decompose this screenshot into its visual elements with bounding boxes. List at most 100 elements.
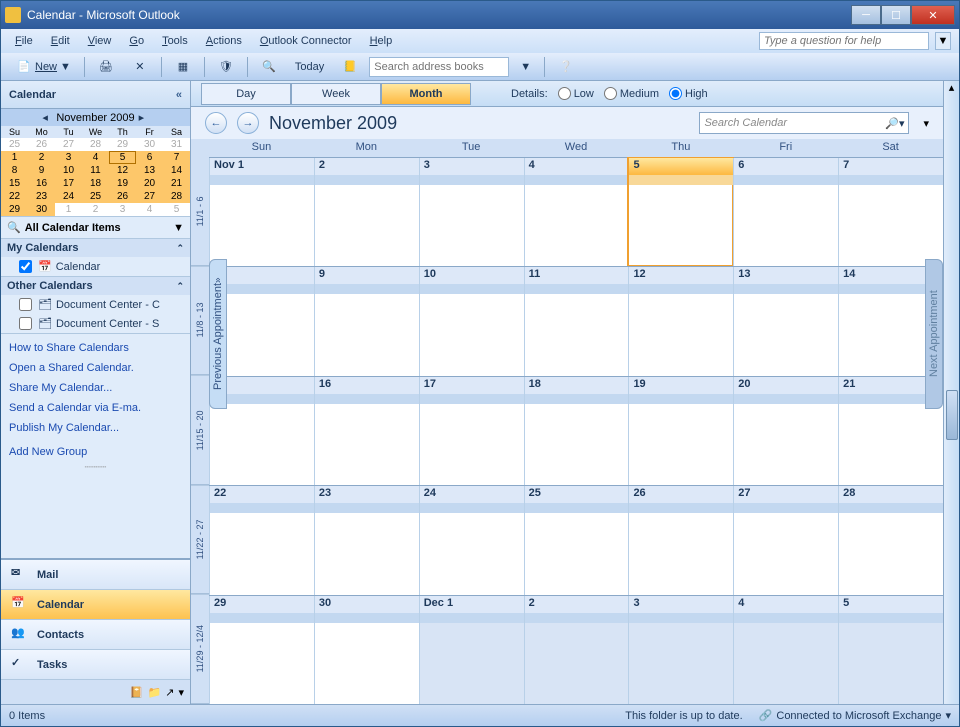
view-tab-week[interactable]: Week xyxy=(291,83,381,105)
view-tab-month[interactable]: Month xyxy=(381,83,471,105)
day-cell[interactable]: 7 xyxy=(838,158,943,266)
scrollbar-vertical[interactable]: ▴ xyxy=(943,81,959,704)
week-label[interactable]: 11/22 - 27 xyxy=(191,485,209,594)
mini-day[interactable]: 18 xyxy=(82,177,109,190)
day-cell[interactable]: 12 xyxy=(628,267,733,375)
day-cell[interactable]: 28 xyxy=(838,486,943,594)
delete-button[interactable]: ✕ xyxy=(125,56,155,78)
day-cell[interactable]: 29 xyxy=(209,596,314,704)
day-cell[interactable]: 24 xyxy=(419,486,524,594)
view-tab-day[interactable]: Day xyxy=(201,83,291,105)
mini-day[interactable]: 27 xyxy=(55,138,82,151)
previous-appointment-tab[interactable]: Previous Appointment » xyxy=(209,259,227,409)
mini-day[interactable]: 4 xyxy=(82,151,109,164)
mini-day[interactable]: 5 xyxy=(163,203,190,216)
detail-option-medium[interactable]: Medium xyxy=(604,87,659,100)
mini-day[interactable]: 25 xyxy=(1,138,28,151)
mini-day[interactable]: 28 xyxy=(163,190,190,203)
detail-option-low[interactable]: Low xyxy=(558,87,594,100)
mini-day[interactable]: 6 xyxy=(136,151,163,164)
day-cell[interactable]: 3 xyxy=(628,596,733,704)
mini-day[interactable]: 1 xyxy=(1,151,28,164)
add-new-group-link[interactable]: Add New Group xyxy=(1,442,190,462)
day-cell[interactable]: 22 xyxy=(209,486,314,594)
mini-day[interactable]: 17 xyxy=(55,177,82,190)
sidebar-link[interactable]: Send a Calendar via E-ma. xyxy=(1,398,190,418)
mini-day[interactable]: 31 xyxy=(163,138,190,151)
search-icon[interactable]: 🔎▾ xyxy=(885,117,904,130)
mini-day[interactable]: 21 xyxy=(163,177,190,190)
help-button[interactable]: ❔ xyxy=(551,56,581,78)
day-cell[interactable]: 25 xyxy=(524,486,629,594)
mini-day[interactable]: 2 xyxy=(28,151,55,164)
mini-day[interactable]: 20 xyxy=(136,177,163,190)
week-label[interactable]: 11/29 - 12/4 xyxy=(191,595,209,704)
expand-search-icon[interactable]: ▾ xyxy=(923,117,929,130)
mini-day[interactable]: 16 xyxy=(28,177,55,190)
day-cell[interactable]: 20 xyxy=(733,377,838,485)
help-search-dropdown[interactable]: ▼ xyxy=(935,32,951,50)
today-button[interactable]: Today xyxy=(288,58,331,76)
mini-day[interactable]: 27 xyxy=(136,190,163,203)
day-cell[interactable]: 26 xyxy=(628,486,733,594)
next-appointment-tab[interactable]: Next Appointment xyxy=(925,259,943,409)
day-cell[interactable]: 17 xyxy=(419,377,524,485)
my-calendars-header[interactable]: My Calendars⌃ xyxy=(1,239,190,257)
mini-day[interactable]: 8 xyxy=(1,164,28,177)
mini-day[interactable]: 5 xyxy=(109,151,136,164)
mini-day[interactable]: 12 xyxy=(109,164,136,177)
mini-day[interactable]: 29 xyxy=(1,203,28,216)
day-cell[interactable]: 4 xyxy=(524,158,629,266)
week-label[interactable]: 11/8 - 13 xyxy=(191,266,209,375)
day-cell[interactable]: 13 xyxy=(733,267,838,375)
close-button[interactable]: ✕ xyxy=(911,5,955,25)
mini-day[interactable]: 29 xyxy=(109,138,136,151)
shortcuts-icon[interactable]: ↗ xyxy=(165,686,174,699)
categorize-button[interactable]: ▦ xyxy=(168,56,198,78)
sidebar-link[interactable]: How to Share Calendars xyxy=(1,338,190,358)
mini-day[interactable]: 11 xyxy=(82,164,109,177)
nav-mail[interactable]: ✉Mail xyxy=(1,560,190,590)
next-period-button[interactable]: → xyxy=(237,112,259,134)
calendar-checkbox[interactable] xyxy=(19,317,32,330)
mini-day[interactable]: 2 xyxy=(82,203,109,216)
menu-view[interactable]: View xyxy=(82,33,118,49)
sidebar-link[interactable]: Open a Shared Calendar. xyxy=(1,358,190,378)
day-cell[interactable]: 30 xyxy=(314,596,419,704)
mini-day[interactable]: 28 xyxy=(82,138,109,151)
maximize-button[interactable]: ☐ xyxy=(881,5,911,25)
connection-status[interactable]: 🔗Connected to Microsoft Exchange ▾ xyxy=(759,709,951,722)
mini-day[interactable]: 7 xyxy=(163,151,190,164)
mini-day[interactable]: 13 xyxy=(136,164,163,177)
address-book-button[interactable]: 📒 xyxy=(335,56,365,78)
permissions-button[interactable]: 🛡 xyxy=(211,56,241,78)
menu-go[interactable]: Go xyxy=(123,33,150,49)
day-cell[interactable]: 23 xyxy=(314,486,419,594)
day-cell[interactable]: 18 xyxy=(524,377,629,485)
calendar-item[interactable]: 🗂Document Center - C xyxy=(1,295,190,314)
mini-day[interactable]: 9 xyxy=(28,164,55,177)
address-search-input[interactable] xyxy=(369,57,509,77)
detail-option-high[interactable]: High xyxy=(669,87,708,100)
day-cell[interactable]: 19 xyxy=(628,377,733,485)
day-cell[interactable]: 11 xyxy=(524,267,629,375)
calendar-checkbox[interactable] xyxy=(19,298,32,311)
prev-period-button[interactable]: ← xyxy=(205,112,227,134)
scrollbar-thumb[interactable] xyxy=(946,390,958,440)
sidebar-link[interactable]: Share My Calendar... xyxy=(1,378,190,398)
menu-help[interactable]: Help xyxy=(364,33,399,49)
week-label[interactable]: 11/1 - 6 xyxy=(191,157,209,266)
mini-day[interactable]: 3 xyxy=(109,203,136,216)
day-cell[interactable]: 5 xyxy=(628,158,733,266)
mini-day[interactable]: 19 xyxy=(109,177,136,190)
day-cell[interactable]: 16 xyxy=(314,377,419,485)
calendar-item[interactable]: 📅Calendar xyxy=(1,257,190,276)
mini-day[interactable]: 22 xyxy=(1,190,28,203)
nav-calendar[interactable]: 📅Calendar xyxy=(1,590,190,620)
nav-tasks[interactable]: ✓Tasks xyxy=(1,650,190,680)
mini-day[interactable]: 15 xyxy=(1,177,28,190)
other-calendars-header[interactable]: Other Calendars⌃ xyxy=(1,277,190,295)
day-cell[interactable]: 10 xyxy=(419,267,524,375)
collapse-sidebar-icon[interactable]: « xyxy=(176,89,182,101)
mini-day[interactable]: 26 xyxy=(28,138,55,151)
